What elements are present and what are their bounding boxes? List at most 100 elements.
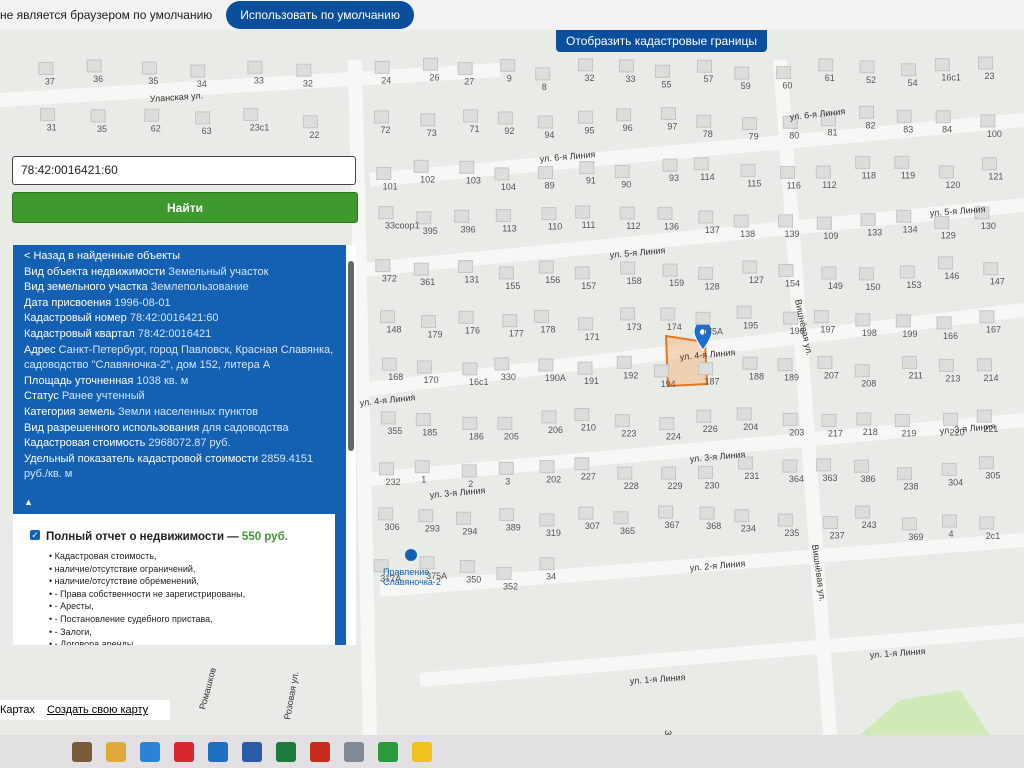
map-building[interactable] — [935, 110, 951, 124]
map-building[interactable] — [698, 362, 714, 376]
map-building[interactable] — [541, 410, 557, 424]
map-building[interactable] — [458, 310, 474, 324]
map-building[interactable] — [979, 310, 995, 324]
map-building[interactable] — [699, 506, 715, 520]
map-building[interactable] — [697, 465, 713, 479]
chrome-icon[interactable] — [140, 742, 160, 762]
map-building[interactable] — [141, 61, 157, 75]
map-building[interactable] — [541, 207, 557, 221]
map-building[interactable] — [494, 167, 510, 181]
map-building[interactable] — [821, 266, 837, 280]
map-building[interactable] — [462, 362, 478, 376]
collapse-arrow-icon[interactable]: ▲ — [24, 497, 33, 507]
map-building[interactable] — [499, 508, 515, 522]
map-building[interactable] — [617, 466, 633, 480]
map-building[interactable] — [376, 166, 392, 180]
show-cadastral-borders-button[interactable]: Отобразить кадастровые границы — [556, 30, 768, 52]
map-building[interactable] — [696, 409, 712, 423]
cadastral-search-input[interactable]: 78:42:0016421:60 — [12, 156, 356, 185]
map-building[interactable] — [660, 107, 676, 121]
map-building[interactable] — [577, 58, 593, 72]
map-building[interactable] — [978, 56, 994, 70]
map-building[interactable] — [983, 262, 999, 276]
map-building[interactable] — [498, 266, 514, 280]
map-building[interactable] — [697, 59, 713, 73]
map-building[interactable] — [86, 59, 102, 73]
map-building[interactable] — [373, 110, 389, 124]
back-to-results-link[interactable]: < Назад в найденные объекты — [24, 249, 336, 265]
map-building[interactable] — [860, 213, 876, 227]
map-building[interactable] — [144, 108, 160, 122]
map-building[interactable] — [535, 67, 551, 81]
map-building[interactable] — [496, 566, 512, 580]
map-building[interactable] — [414, 460, 430, 474]
map-building[interactable] — [454, 209, 470, 223]
map-building[interactable] — [539, 513, 555, 527]
map-building[interactable] — [459, 160, 475, 174]
map-building[interactable] — [537, 115, 553, 129]
map-building[interactable] — [894, 155, 910, 169]
map-building[interactable] — [90, 109, 106, 123]
map-building[interactable] — [655, 64, 671, 78]
map-building[interactable] — [459, 559, 475, 573]
map-building[interactable] — [497, 111, 513, 125]
outlook-icon[interactable] — [208, 742, 228, 762]
map-building[interactable] — [978, 456, 994, 470]
map-building[interactable] — [302, 115, 318, 129]
map-building[interactable] — [659, 417, 675, 431]
map-building[interactable] — [895, 314, 911, 328]
map-building[interactable] — [855, 505, 871, 519]
map-building[interactable] — [742, 260, 758, 274]
map-building[interactable] — [461, 464, 477, 478]
map-building[interactable] — [577, 361, 593, 375]
map-building[interactable] — [415, 413, 431, 427]
map-building[interactable] — [938, 165, 954, 179]
map-building[interactable] — [780, 165, 796, 179]
map-building[interactable] — [980, 114, 996, 128]
map-building[interactable] — [420, 113, 436, 127]
map-building[interactable] — [575, 205, 591, 219]
report-checkbox[interactable]: ✓ — [30, 530, 40, 540]
acrobat-icon[interactable] — [310, 742, 330, 762]
map-building[interactable] — [815, 165, 831, 179]
use-default-button[interactable]: Использовать по умолчанию — [226, 1, 414, 29]
map-building[interactable] — [538, 260, 554, 274]
map-building[interactable] — [296, 63, 312, 77]
map-building[interactable] — [896, 467, 912, 481]
map-building[interactable] — [941, 514, 957, 528]
map-building[interactable] — [578, 110, 594, 124]
map-building[interactable] — [380, 411, 396, 425]
map-building[interactable] — [736, 305, 752, 319]
map-building[interactable] — [660, 307, 676, 321]
map-building[interactable] — [38, 61, 54, 75]
map-building[interactable] — [497, 416, 513, 430]
map-building[interactable] — [416, 360, 432, 374]
map-building[interactable] — [539, 557, 555, 571]
map-building[interactable] — [782, 412, 798, 426]
map-building[interactable] — [619, 206, 635, 220]
map-building[interactable] — [502, 314, 518, 328]
map-building[interactable] — [734, 509, 750, 523]
map-building[interactable] — [777, 513, 793, 527]
map-building[interactable] — [943, 412, 959, 426]
map-building[interactable] — [494, 357, 510, 371]
map-building[interactable] — [662, 158, 678, 172]
map-building[interactable] — [574, 408, 590, 422]
shield-icon[interactable] — [378, 742, 398, 762]
map-building[interactable] — [938, 358, 954, 372]
map-building[interactable] — [976, 409, 992, 423]
yandex-icon[interactable] — [174, 742, 194, 762]
map-building[interactable] — [742, 356, 758, 370]
map-building[interactable] — [981, 157, 997, 171]
map-building[interactable] — [662, 263, 678, 277]
map-building[interactable] — [979, 516, 995, 530]
map-building[interactable] — [614, 165, 630, 179]
map-building[interactable] — [976, 358, 992, 372]
map-building[interactable] — [379, 462, 395, 476]
map-building[interactable] — [936, 316, 952, 330]
map-building[interactable] — [538, 358, 554, 372]
map-building[interactable] — [782, 459, 798, 473]
map-building[interactable] — [190, 64, 206, 78]
map-building[interactable] — [901, 63, 917, 77]
map-building[interactable] — [658, 505, 674, 519]
